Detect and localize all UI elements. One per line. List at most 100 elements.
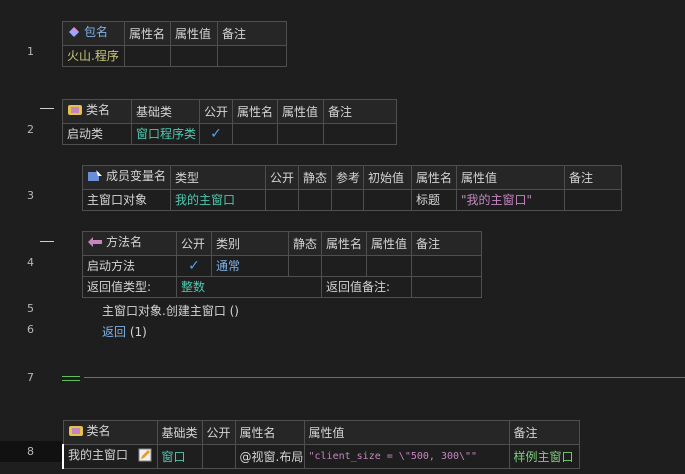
package-table: 包名 属性名 属性值 备注 火山.程序 <box>62 21 287 67</box>
fold-toggle-method[interactable] <box>40 241 54 242</box>
header-cell: 静态 <box>298 165 332 190</box>
header-cell: 属性值 <box>366 231 412 256</box>
class-icon <box>67 103 83 123</box>
table-cell[interactable] <box>265 189 299 211</box>
check-icon: ✓ <box>188 258 200 274</box>
table-cell[interactable] <box>170 45 218 67</box>
method-name-cell[interactable]: 启动方法 <box>82 255 177 277</box>
header-cell: 属性名 <box>321 231 367 256</box>
member-type-cell[interactable]: 我的主窗口 <box>170 189 266 211</box>
class-header-cell: 类名 <box>62 420 158 445</box>
header-cell: 备注 <box>323 99 397 124</box>
header-cell: 备注 <box>217 21 287 46</box>
header-cell: 属性名 <box>411 165 457 190</box>
return-type-label: 返回值类型: <box>82 276 177 298</box>
table-cell[interactable] <box>298 189 332 211</box>
line-number: 4 <box>27 256 34 269</box>
return-remark-label: 返回值备注: <box>321 276 412 298</box>
header-cell: 基础类 <box>131 99 200 124</box>
header-cell: 参考 <box>331 165 364 190</box>
prop-name-cell[interactable]: 标题 <box>411 189 457 211</box>
table-cell[interactable] <box>363 189 412 211</box>
section-separator <box>84 377 685 378</box>
return-type-value[interactable]: 整数 <box>176 276 322 298</box>
member-name-cell[interactable]: 主窗口对象 <box>82 189 171 211</box>
return-remark-value[interactable] <box>411 276 482 298</box>
header-cell: 类型 <box>170 165 266 190</box>
class-table: 类名 基础类 公开 属性名 属性值 备注 启动类 窗口程序类 ✓ <box>62 99 397 145</box>
table-cell[interactable] <box>124 45 171 67</box>
header-cell: 属性值 <box>170 21 218 46</box>
header-cell: 属性值 <box>303 420 510 445</box>
header-cell: 属性值 <box>277 99 324 124</box>
method-category-cell[interactable]: 通常 <box>211 255 289 277</box>
window-class-name: 我的主窗口 <box>68 448 129 462</box>
table-cell[interactable] <box>411 255 482 277</box>
header-cell: 类别 <box>211 231 289 256</box>
line-number: 2 <box>27 123 34 136</box>
remark-cell[interactable]: 样例主窗口 <box>508 444 580 469</box>
public-cell[interactable] <box>201 444 236 469</box>
line-number: 5 <box>27 302 34 315</box>
window-class-name-cell[interactable]: 我的主窗口 <box>62 444 158 469</box>
method-icon <box>87 235 103 255</box>
prop-value-cell[interactable]: "我的主窗口" <box>456 189 565 211</box>
public-checkbox[interactable]: ✓ <box>176 255 212 277</box>
header-cell: 属性名 <box>232 99 278 124</box>
return-keyword: 返回 <box>102 325 127 339</box>
base-class-cell[interactable]: 窗口程序类 <box>131 123 200 145</box>
class-header-label: 类名 <box>86 103 111 117</box>
method-header-label: 方法名 <box>106 235 143 249</box>
header-cell: 静态 <box>288 231 322 256</box>
header-cell: 备注 <box>564 165 622 190</box>
line-number: 3 <box>27 189 34 202</box>
member-variable-icon <box>87 169 103 189</box>
member-header-cell: 成员变量名 <box>82 165 171 190</box>
window-class-table: 类名 基础类 公开 属性名 属性值 备注 我的主窗口 窗口 @视窗.布局 "cl… <box>62 420 580 469</box>
line-number: 6 <box>27 323 34 336</box>
prop-name-cell[interactable]: @视窗.布局 <box>234 444 305 469</box>
header-cell: 备注 <box>411 231 482 256</box>
header-cell: 备注 <box>508 420 580 445</box>
prop-value-cell[interactable]: "client_size = \"500, 300\"" <box>303 444 510 469</box>
table-cell[interactable] <box>288 255 322 277</box>
header-cell: 公开 <box>199 99 233 124</box>
header-cell: 属性值 <box>456 165 565 190</box>
return-argument: (1) <box>126 325 147 339</box>
package-header-label: 包名 <box>84 25 109 39</box>
table-cell[interactable] <box>217 45 287 67</box>
table-cell[interactable] <box>564 189 622 211</box>
table-cell[interactable] <box>232 123 278 145</box>
method-table: 方法名 公开 类别 静态 属性名 属性值 备注 启动方法 ✓ 通常 返回值类型:… <box>82 231 482 298</box>
header-cell: 属性名 <box>124 21 171 46</box>
line-number: 1 <box>27 45 34 58</box>
code-line-6[interactable]: 返回 (1) <box>102 323 147 340</box>
code-line-5[interactable]: 主窗口对象.创建主窗口 () <box>102 302 239 319</box>
public-checkbox[interactable]: ✓ <box>199 123 233 145</box>
table-cell[interactable] <box>366 255 412 277</box>
class-name-cell[interactable]: 启动类 <box>62 123 132 145</box>
class-header-label: 类名 <box>86 424 111 438</box>
header-cell: 初始值 <box>363 165 412 190</box>
table-cell[interactable] <box>277 123 324 145</box>
member-variable-table: 成员变量名 类型 公开 静态 参考 初始值 属性名 属性值 备注 主窗口对象 我… <box>82 165 622 211</box>
separator-handle[interactable] <box>62 376 80 381</box>
header-cell: 基础类 <box>156 420 203 445</box>
table-cell[interactable] <box>331 189 364 211</box>
base-class-cell[interactable]: 窗口 <box>156 444 203 469</box>
header-cell: 公开 <box>201 420 236 445</box>
member-header-label: 成员变量名 <box>106 169 167 183</box>
package-icon <box>67 25 81 45</box>
header-cell: 属性名 <box>234 420 305 445</box>
package-header-cell: 包名 <box>62 21 125 46</box>
table-cell[interactable] <box>321 255 367 277</box>
table-cell[interactable] <box>323 123 397 145</box>
header-cell: 公开 <box>176 231 212 256</box>
package-name-cell[interactable]: 火山.程序 <box>62 45 125 67</box>
line-number: 7 <box>27 371 34 384</box>
class-header-cell: 类名 <box>62 99 132 124</box>
header-cell: 公开 <box>265 165 299 190</box>
fold-toggle-class[interactable] <box>40 108 54 109</box>
class-icon <box>68 424 84 444</box>
edit-icon[interactable] <box>138 448 152 468</box>
